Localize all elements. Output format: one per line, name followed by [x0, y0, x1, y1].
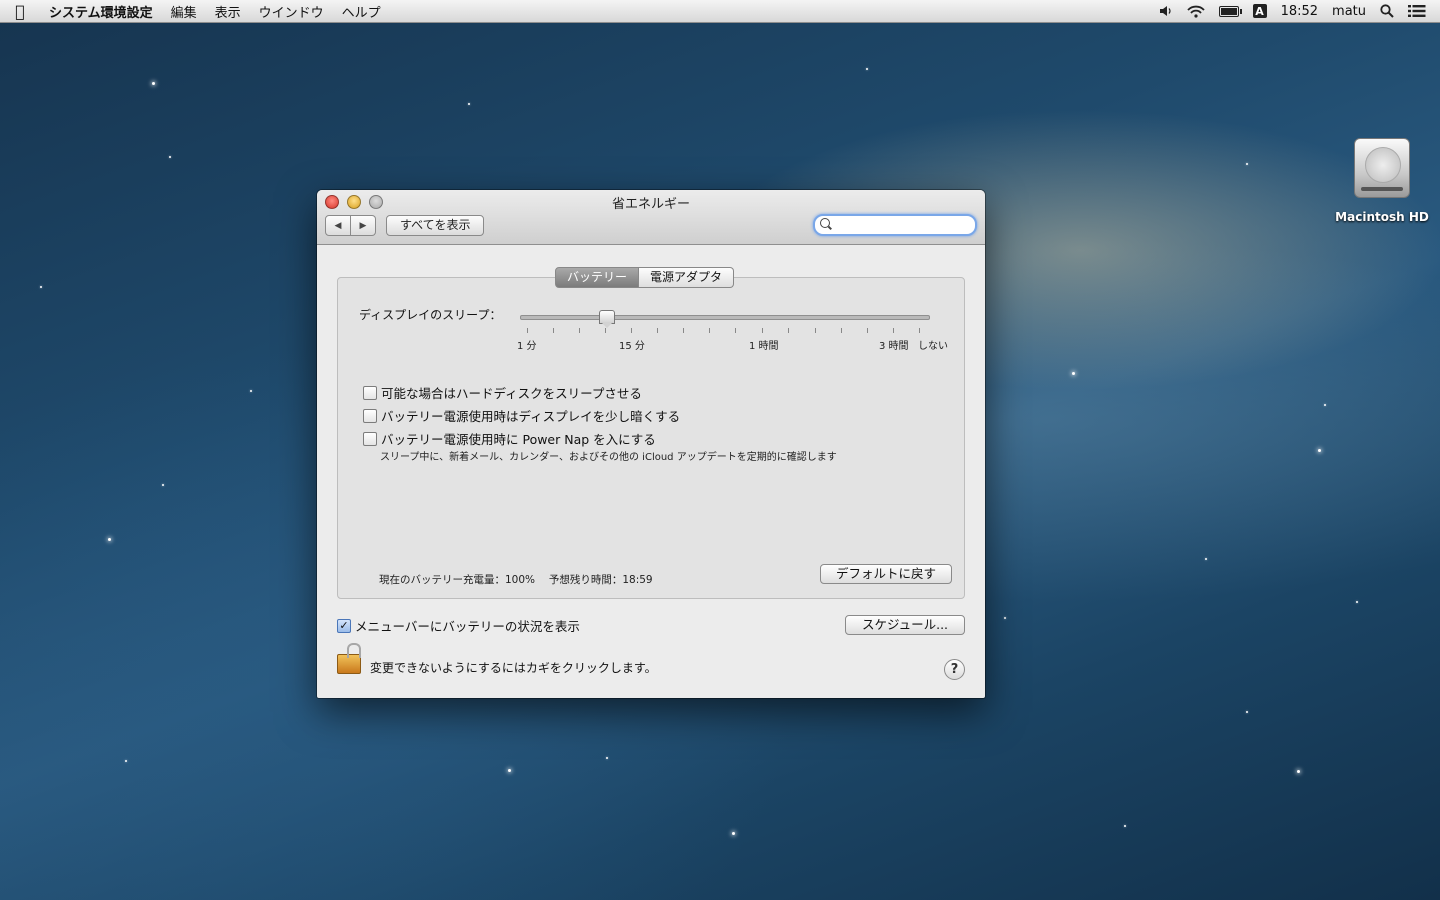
star [169, 156, 171, 158]
star [1004, 617, 1006, 619]
menu-help[interactable]: ヘルプ [333, 2, 390, 21]
slider-tick [788, 328, 789, 333]
star [606, 757, 608, 759]
star [1246, 711, 1248, 713]
slider-tick [841, 328, 842, 333]
slider-tick [919, 328, 920, 333]
option-label: メニューバーにバッテリーの状況を表示 [355, 619, 580, 634]
slider-tick [867, 328, 868, 333]
checkbox[interactable] [363, 385, 377, 400]
star [152, 82, 155, 85]
star [250, 390, 252, 392]
star [468, 103, 470, 105]
wifi-icon[interactable] [1186, 5, 1205, 18]
star [1246, 163, 1248, 165]
checkbox[interactable] [363, 408, 377, 423]
slider-tick [815, 328, 816, 333]
menu-edit[interactable]: 編集 [162, 2, 206, 21]
menu-user[interactable]: matu [1332, 4, 1366, 19]
slider-tick [683, 328, 684, 333]
slider-tick [527, 328, 528, 333]
energy-saver-window: 省エネルギー ◀ ▶ すべてを表示 バッテリー 電源アダプタ ディスプレイのスリ… [317, 190, 985, 698]
volume-icon[interactable] [1159, 5, 1173, 17]
star [1205, 558, 1207, 560]
star [1124, 825, 1126, 827]
spotlight-search-icon[interactable] [1380, 4, 1394, 18]
tab-bar: バッテリー 電源アダプタ [555, 267, 735, 288]
slider-tick [631, 328, 632, 333]
slider-tick-label: 15 分 [619, 341, 645, 352]
star [866, 68, 868, 70]
star [1297, 770, 1300, 773]
window-titlebar[interactable]: 省エネルギー ◀ ▶ すべてを表示 [317, 190, 985, 245]
slider-tick-label: 1 分 [517, 341, 537, 352]
battery-status-text: 現在のバッテリー充電量：100% 予想残り時間：18:59 [379, 574, 653, 586]
star [732, 832, 735, 835]
option-label: 可能な場合はハードディスクをスリープさせる [381, 386, 642, 401]
slider-tick [579, 328, 580, 333]
schedule-button[interactable]: スケジュール... [845, 615, 965, 635]
search-input[interactable] [813, 214, 977, 236]
option-power-nap[interactable]: バッテリー電源使用時に Power Nap を入にする [363, 429, 656, 448]
display-sleep-slider-track[interactable] [520, 315, 930, 320]
lock-icon[interactable] [337, 643, 361, 674]
help-button[interactable]: ? [944, 659, 965, 680]
navigation-buttons: ◀ ▶ [325, 215, 376, 236]
menu-bar:  システム環境設定 編集 表示 ウインドウ ヘルプ A 18:52 matu [0, 0, 1440, 23]
apple-menu-icon[interactable]:  [0, 2, 40, 21]
slider-tick [893, 328, 894, 333]
checkbox[interactable] [363, 431, 377, 446]
desktop-icon-label: Macintosh HD [1335, 210, 1429, 224]
menu-window[interactable]: ウインドウ [250, 2, 333, 21]
slider-tick [657, 328, 658, 333]
search-icon [820, 218, 830, 228]
option-label: バッテリー電源使用時はディスプレイを少し暗くする [381, 409, 681, 424]
window-title: 省エネルギー [611, 197, 690, 212]
star [125, 760, 127, 762]
power-nap-description: スリープ中に、新着メール、カレンダー、およびその他の iCloud アップデート… [380, 452, 837, 463]
option-show-battery-status[interactable]: ✓ メニューバーにバッテリーの状況を表示 [337, 616, 580, 635]
star [508, 769, 511, 772]
lock-instruction-text: 変更できないようにするにはカギをクリックします。 [370, 661, 657, 675]
tab-battery[interactable]: バッテリー [555, 267, 640, 288]
notification-center-icon[interactable] [1408, 4, 1426, 18]
restore-defaults-button[interactable]: デフォルトに戻す [820, 564, 952, 584]
hard-drive-icon [1354, 138, 1410, 198]
slider-tick [762, 328, 763, 333]
slider-tick [605, 328, 606, 333]
star [1318, 449, 1321, 452]
slider-tick [735, 328, 736, 333]
star [40, 286, 42, 288]
slider-tick-label: しない [918, 341, 948, 352]
display-sleep-label: ディスプレイのスリープ： [359, 308, 502, 322]
back-button[interactable]: ◀ [325, 215, 351, 236]
option-dim-display[interactable]: バッテリー電源使用時はディスプレイを少し暗くする [363, 406, 680, 425]
display-sleep-slider-thumb[interactable] [599, 310, 615, 328]
menu-clock[interactable]: 18:52 [1281, 4, 1318, 19]
slider-tick-label: 3 時間 [879, 341, 909, 352]
show-all-button[interactable]: すべてを表示 [386, 215, 485, 236]
star [162, 484, 164, 486]
slider-tick [553, 328, 554, 333]
desktop-icon-macintosh-hd[interactable]: Macintosh HD [1334, 138, 1430, 224]
forward-button[interactable]: ▶ [351, 215, 376, 236]
option-label: バッテリー電源使用時に Power Nap を入にする [381, 432, 656, 447]
battery-icon[interactable] [1218, 5, 1242, 17]
checkbox-checked-icon[interactable]: ✓ [337, 618, 351, 633]
slider-tick-label: 1 時間 [749, 341, 779, 352]
slider-tick [709, 328, 710, 333]
menu-app-system-preferences[interactable]: システム環境設定 [40, 2, 162, 21]
star [1072, 372, 1075, 375]
star [1324, 404, 1326, 406]
input-source-icon[interactable]: A [1252, 4, 1267, 18]
menu-view[interactable]: 表示 [206, 2, 250, 21]
tab-power-adapter[interactable]: 電源アダプタ [639, 267, 735, 288]
option-sleep-hard-disks[interactable]: 可能な場合はハードディスクをスリープさせる [363, 383, 642, 402]
star [108, 538, 111, 541]
star [1356, 601, 1358, 603]
